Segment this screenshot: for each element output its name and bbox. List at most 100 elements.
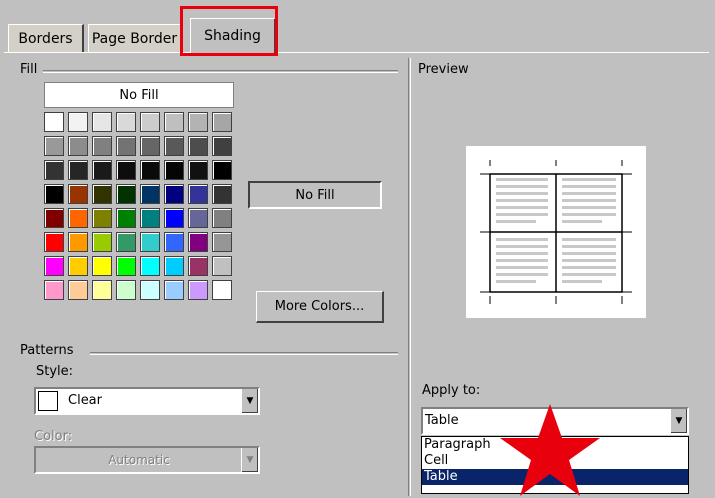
color-swatch[interactable] (164, 112, 184, 132)
apply-to-combo[interactable]: Table ▼ (421, 407, 689, 435)
color-swatch[interactable] (140, 184, 160, 204)
color-swatch[interactable] (140, 232, 160, 252)
color-dropdown-arrow: ▼ (241, 448, 258, 472)
color-swatch[interactable] (68, 160, 88, 180)
color-swatch[interactable] (68, 136, 88, 156)
color-swatch[interactable] (164, 208, 184, 228)
tab-shading-label: Shading (204, 28, 261, 44)
color-swatch[interactable] (212, 232, 232, 252)
chevron-down-icon: ▼ (246, 396, 254, 406)
color-swatch[interactable] (92, 232, 112, 252)
color-swatch[interactable] (164, 136, 184, 156)
color-swatch[interactable] (164, 256, 184, 276)
color-swatch[interactable] (44, 208, 64, 228)
color-swatch[interactable] (140, 280, 160, 300)
more-colors-label: More Colors... (274, 299, 365, 314)
apply-to-dropdown-list: Paragraph Cell Table (421, 436, 689, 494)
tab-borders[interactable]: Borders (8, 24, 84, 52)
patterns-group-label: Patterns (20, 343, 80, 358)
color-swatch[interactable] (212, 184, 232, 204)
style-label: Style: (36, 364, 74, 379)
tab-page-border[interactable]: Page Border (88, 24, 182, 52)
tab-shading[interactable]: Shading (190, 18, 276, 53)
fill-group-rule (34, 70, 398, 73)
color-swatch[interactable] (68, 280, 88, 300)
color-swatch[interactable] (188, 160, 208, 180)
more-colors-button[interactable]: More Colors... (256, 291, 384, 323)
color-swatch[interactable] (116, 256, 136, 276)
color-swatch[interactable] (164, 160, 184, 180)
style-value: Clear (68, 393, 102, 408)
color-value: Automatic (108, 453, 170, 467)
tab-panel-edge (4, 52, 709, 53)
color-swatch[interactable] (68, 184, 88, 204)
chevron-down-icon: ▼ (246, 455, 254, 465)
color-swatch[interactable] (44, 256, 64, 276)
no-fill-button-label: No Fill (119, 87, 159, 103)
style-combo[interactable]: Clear ▼ (34, 387, 260, 415)
patterns-group-rule (90, 352, 398, 355)
color-swatch[interactable] (212, 136, 232, 156)
color-swatch[interactable] (188, 280, 208, 300)
color-swatch[interactable] (68, 112, 88, 132)
color-swatch[interactable] (212, 256, 232, 276)
color-swatch[interactable] (44, 160, 64, 180)
color-swatch[interactable] (92, 112, 112, 132)
tab-page-border-label: Page Border (91, 30, 178, 47)
color-swatch[interactable] (164, 280, 184, 300)
color-swatch[interactable] (140, 160, 160, 180)
color-swatch[interactable] (164, 232, 184, 252)
color-swatch[interactable] (44, 184, 64, 204)
no-fill-button[interactable]: No Fill (44, 82, 234, 108)
color-swatch[interactable] (68, 256, 88, 276)
color-swatch[interactable] (212, 208, 232, 228)
color-swatch[interactable] (188, 232, 208, 252)
color-swatch[interactable] (92, 208, 112, 228)
color-swatch[interactable] (212, 112, 232, 132)
color-swatch[interactable] (68, 208, 88, 228)
color-swatch[interactable] (92, 184, 112, 204)
color-swatch[interactable] (44, 136, 64, 156)
vertical-separator (408, 58, 411, 496)
color-swatch[interactable] (92, 136, 112, 156)
color-swatch[interactable] (164, 184, 184, 204)
color-swatch[interactable] (212, 160, 232, 180)
selected-fill-name: No Fill (248, 181, 382, 209)
color-swatch[interactable] (44, 112, 64, 132)
preview-label: Preview (418, 62, 469, 77)
apply-to-option[interactable]: Cell (422, 453, 688, 469)
color-swatch[interactable] (92, 280, 112, 300)
style-swatch (38, 391, 58, 411)
borders-and-shading-dialog: Borders Page Border Shading Fill No Fill… (0, 0, 715, 498)
color-swatch[interactable] (140, 256, 160, 276)
color-swatch[interactable] (68, 232, 88, 252)
color-swatch[interactable] (140, 136, 160, 156)
color-swatch[interactable] (188, 136, 208, 156)
color-swatch[interactable] (188, 256, 208, 276)
apply-to-option[interactable]: Paragraph (422, 437, 688, 453)
color-swatch[interactable] (140, 208, 160, 228)
color-swatch[interactable] (116, 208, 136, 228)
color-swatch[interactable] (92, 256, 112, 276)
color-swatch[interactable] (116, 232, 136, 252)
color-swatch[interactable] (116, 160, 136, 180)
tab-borders-label: Borders (18, 30, 73, 47)
color-swatch[interactable] (116, 280, 136, 300)
color-swatch[interactable] (116, 112, 136, 132)
color-swatch[interactable] (140, 112, 160, 132)
color-combo: Automatic ▼ (34, 446, 260, 474)
color-swatch[interactable] (116, 136, 136, 156)
color-swatch[interactable] (188, 112, 208, 132)
apply-to-dropdown-arrow[interactable]: ▼ (670, 409, 687, 433)
color-swatch[interactable] (188, 184, 208, 204)
color-swatch[interactable] (44, 232, 64, 252)
color-swatch[interactable] (44, 280, 64, 300)
color-swatch[interactable] (212, 280, 232, 300)
color-swatch[interactable] (92, 160, 112, 180)
color-swatch[interactable] (188, 208, 208, 228)
chevron-down-icon: ▼ (675, 416, 683, 426)
table-preview-graphic (480, 160, 632, 304)
style-dropdown-arrow[interactable]: ▼ (241, 389, 258, 413)
color-swatch[interactable] (116, 184, 136, 204)
apply-to-option[interactable]: Table (422, 469, 688, 485)
